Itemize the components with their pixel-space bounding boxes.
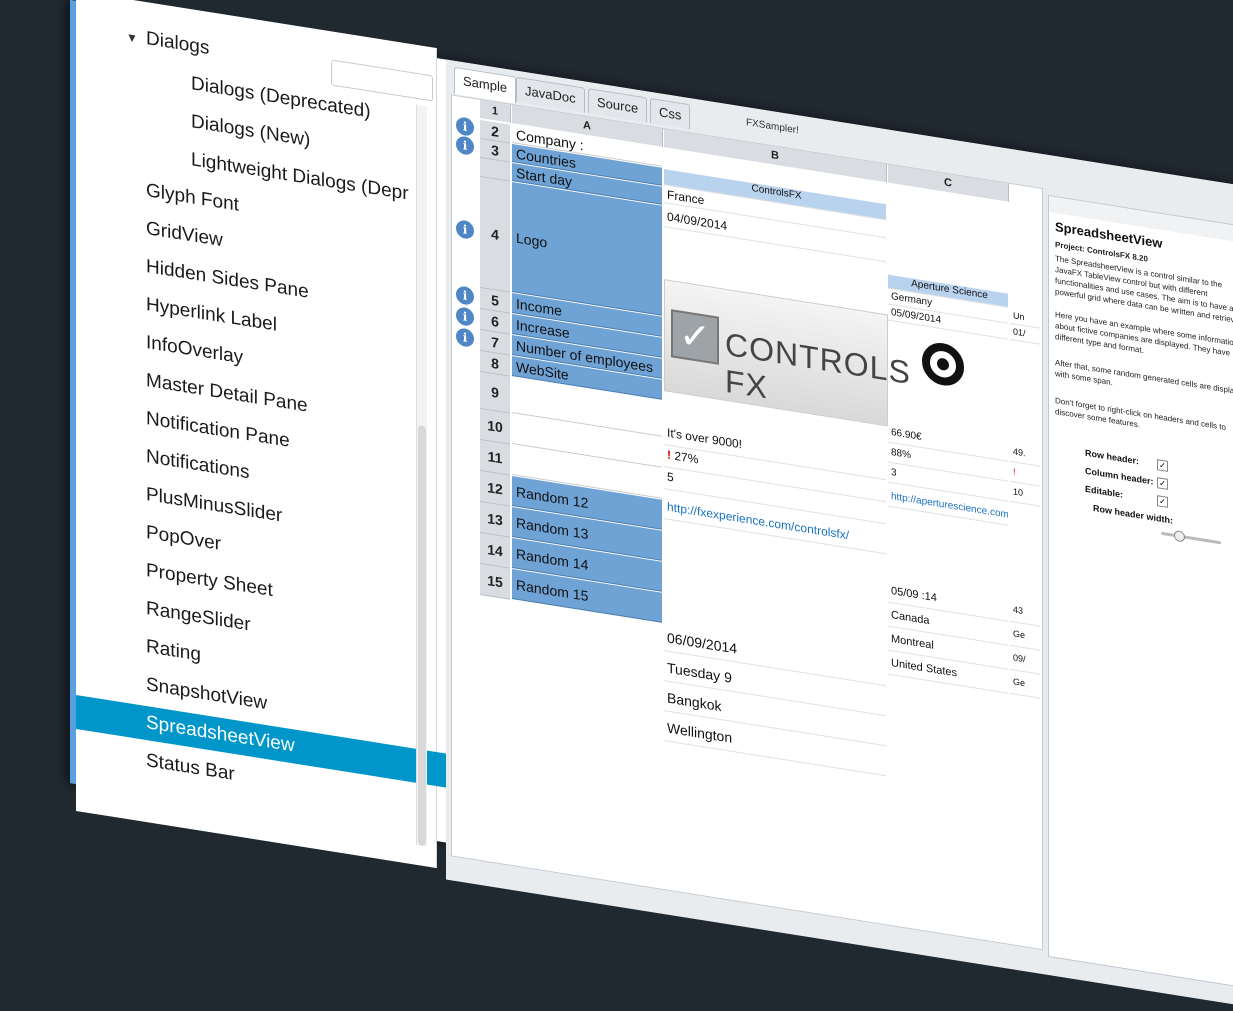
tree-item-label: PopOver [146,522,221,555]
tree-item-label: Rating [146,636,201,666]
column-header-c[interactable]: C [888,164,1009,202]
cell-d-start[interactable]: 01/ [1010,325,1040,345]
info-icon[interactable]: i [456,306,474,327]
tree-item-label: GridView [146,218,223,252]
opt-column-header-label: Column header: [1085,465,1154,487]
window-title: FXSampler! [746,117,799,137]
info-icon[interactable]: i [456,219,474,240]
row1-number[interactable]: 1 [480,99,511,123]
cell-d-r14[interactable]: 09/ [1010,651,1040,675]
opt-editable-label: Editable: [1085,483,1124,500]
row-header[interactable]: 10 [480,408,510,445]
app-window: ▼ Dialogs Dialogs (Deprecated) Dialogs (New… [70,0,1233,1011]
row-header[interactable]: 13 [480,501,510,538]
cell-d-employees[interactable]: 10 [1010,485,1040,507]
cell-d-r13[interactable]: Ge [1010,627,1040,651]
tree-item-label: InfoOverlay [146,332,244,369]
info-icon[interactable]: i [456,327,474,348]
row-header[interactable]: 14 [480,532,510,569]
spreadsheet[interactable]: 1 A B C 2 i Company :3 i Countries Start day 4… [451,94,1043,951]
cell-d-income[interactable]: 49. [1010,445,1040,467]
row-header[interactable]: 15 [480,563,510,600]
sample-tree: ▼ Dialogs Dialogs (Deprecated) Dialogs (New… [76,0,496,869]
info-icon[interactable]: i [456,135,474,156]
cell-d-r12[interactable]: 43 [1010,603,1040,627]
row-header[interactable]: 12 [480,470,510,507]
controlsfx-logo: ✓ CONTROLS FX [664,279,911,427]
row-header-width-slider-thumb[interactable] [1174,529,1185,543]
info-icon[interactable]: i [456,116,474,137]
opt-editable-checkbox[interactable]: ✓ [1157,495,1168,508]
row-header[interactable]: 11 [480,439,510,476]
increase-pct-value: 27% [674,448,699,467]
opt-row-header-checkbox[interactable]: ✓ [1157,459,1168,472]
row-header[interactable]: 4 [480,176,510,293]
logo-text: CONTROLS FX [725,325,911,406]
aperture-logo-icon [922,339,964,389]
tree-item-label: Glyph Font [146,180,239,216]
tree-scrollbar[interactable] [416,104,427,847]
tree-item-label: Dialogs [146,28,210,60]
opt-column-header-checkbox[interactable]: ✓ [1157,477,1168,490]
expand-arrow-icon[interactable]: ▼ [126,20,146,57]
tab-css[interactable]: Css [650,97,691,130]
check-icon: ✓ [671,309,719,365]
info-icon[interactable]: i [456,285,474,306]
description-panel: ✕ SpreadsheetView Project: ControlsFX 8.… [1048,194,1233,991]
tree-item-label: Notifications [146,446,250,484]
tree-scrollbar-thumb[interactable] [418,425,426,847]
tree-item-label: Status Bar [146,750,235,786]
row-header-width-slider[interactable] [1161,529,1221,545]
cell-d-increase[interactable]: ! [1010,465,1040,487]
row-header[interactable]: 9 [480,371,510,414]
cell-d-r15[interactable]: Ge [1010,675,1040,699]
tree-item-label: RangeSlider [146,598,251,636]
main-panel: Sample JavaDoc Source Css FXSampler! 1 A… [446,59,1233,1011]
opt-row-header-label: Row header: [1085,447,1140,467]
